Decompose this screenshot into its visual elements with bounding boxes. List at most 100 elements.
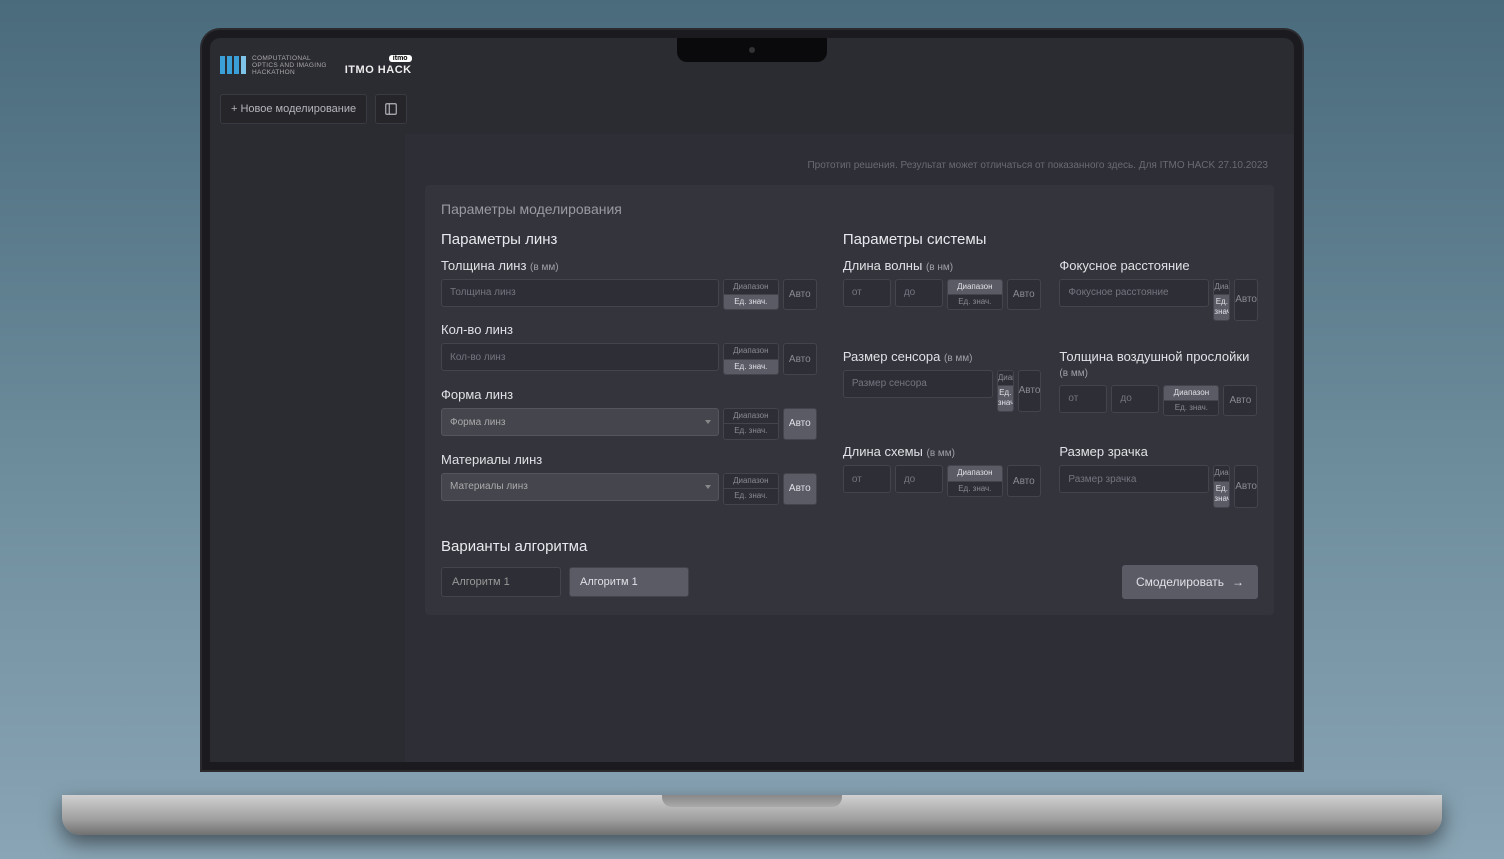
air-range-toggle[interactable]: Диапазон bbox=[1164, 386, 1218, 400]
scheme-length-label: Длина схемы (в мм) bbox=[843, 444, 1042, 459]
lens-shape-single-toggle[interactable]: Ед. знач. bbox=[724, 423, 778, 438]
lens-count-range-toggle[interactable]: Диапазон bbox=[724, 344, 778, 358]
laptop-frame: COMPUTATIONAL OPTICS AND IMAGING HACKATH… bbox=[112, 30, 1392, 830]
lens-shape-mode: Диапазон Ед. знач. bbox=[723, 408, 779, 440]
air-mode: Диапазон Ед. знач. bbox=[1163, 385, 1219, 417]
pupil-input[interactable] bbox=[1059, 465, 1209, 493]
pupil-mode: Диапазон Ед. знач. bbox=[1213, 465, 1230, 507]
lens-count-single-toggle[interactable]: Ед. знач. bbox=[724, 359, 778, 374]
wavelength-to-input[interactable] bbox=[895, 279, 943, 307]
camera-notch bbox=[677, 38, 827, 62]
toolbar: + Новое моделирование bbox=[210, 94, 1294, 134]
sensor-input[interactable] bbox=[843, 370, 993, 398]
scheme-auto-button[interactable]: Авто bbox=[1007, 465, 1041, 497]
wavelength-mode: Диапазон Ед. знач. bbox=[947, 279, 1003, 311]
lens-shape-label: Форма линз bbox=[441, 387, 817, 402]
wavelength-range-toggle[interactable]: Диапазон bbox=[948, 280, 1002, 294]
scheme-to-input[interactable] bbox=[895, 465, 943, 493]
air-single-toggle[interactable]: Ед. знач. bbox=[1164, 400, 1218, 415]
logo-left: COMPUTATIONAL OPTICS AND IMAGING HACKATH… bbox=[220, 55, 327, 76]
air-to-input[interactable] bbox=[1111, 385, 1159, 413]
parameters-panel: Параметры моделирования Параметры линз Т… bbox=[425, 185, 1274, 615]
main-content: Прототип решения. Результат может отлича… bbox=[405, 134, 1294, 762]
pupil-single-toggle[interactable]: Ед. знач. bbox=[1214, 481, 1229, 507]
lens-materials-range-toggle[interactable]: Диапазон bbox=[724, 474, 778, 488]
logo-right: itmo ITMO HACK bbox=[345, 55, 412, 76]
panel-icon bbox=[384, 102, 398, 116]
focal-single-toggle[interactable]: Ед. знач. bbox=[1214, 294, 1229, 320]
air-gap-label: Толщина воздушной прослойки (в мм) bbox=[1059, 349, 1258, 379]
logo-tag: itmo bbox=[389, 55, 412, 62]
scheme-length-field: Длина схемы (в мм) Диапазон bbox=[843, 444, 1042, 507]
air-auto-button[interactable]: Авто bbox=[1223, 385, 1257, 417]
wavelength-auto-button[interactable]: Авто bbox=[1007, 279, 1041, 311]
lens-thickness-input[interactable] bbox=[441, 279, 719, 307]
simulate-button[interactable]: Смоделировать → bbox=[1122, 565, 1258, 599]
focal-auto-button[interactable]: Авто bbox=[1234, 279, 1258, 321]
focal-mode: Диапазон Ед. знач. bbox=[1213, 279, 1230, 321]
lens-count-field: Кол-во линз Диапазон Ед. знач. Авто bbox=[441, 322, 817, 375]
lens-thickness-label: Толщина линз (в мм) bbox=[441, 258, 817, 273]
lens-shape-range-toggle[interactable]: Диапазон bbox=[724, 409, 778, 423]
focal-input[interactable] bbox=[1059, 279, 1209, 307]
wavelength-from-input[interactable] bbox=[843, 279, 891, 307]
logo-stripes-icon bbox=[220, 56, 246, 74]
logo-text: COMPUTATIONAL OPTICS AND IMAGING HACKATH… bbox=[252, 55, 327, 76]
lens-materials-label: Материалы линз bbox=[441, 452, 817, 467]
lens-thickness-auto-button[interactable]: Авто bbox=[783, 279, 817, 311]
lens-materials-single-toggle[interactable]: Ед. знач. bbox=[724, 488, 778, 503]
system-section-title: Параметры системы bbox=[843, 231, 1258, 248]
columns: Параметры линз Толщина линз (в мм) bbox=[441, 231, 1258, 520]
scheme-mode: Диапазон Ед. знач. bbox=[947, 465, 1003, 497]
lens-thickness-mode: Диапазон Ед. знач. bbox=[723, 279, 779, 311]
sidebar bbox=[210, 134, 405, 762]
logo-line1: COMPUTATIONAL bbox=[252, 55, 327, 62]
pupil-range-toggle[interactable]: Диапазон bbox=[1214, 466, 1229, 480]
algorithm-row: Алгоритм 1 Алгоритм 1 Смоделировать → bbox=[441, 565, 1258, 599]
lens-count-input[interactable] bbox=[441, 343, 719, 371]
focal-range-toggle[interactable]: Диапазон bbox=[1214, 280, 1229, 294]
sensor-label: Размер сенсора (в мм) bbox=[843, 349, 1042, 364]
new-simulation-button[interactable]: + Новое моделирование bbox=[220, 94, 367, 124]
laptop-base bbox=[62, 795, 1442, 835]
lens-thickness-range-toggle[interactable]: Диапазон bbox=[724, 280, 778, 294]
sensor-auto-button[interactable]: Авто bbox=[1018, 370, 1042, 412]
algorithm-option-2[interactable]: Алгоритм 1 bbox=[569, 567, 689, 597]
sensor-mode: Диапазон Ед. знач. bbox=[997, 370, 1014, 412]
panel-title: Параметры моделирования bbox=[441, 201, 1258, 217]
lens-materials-auto-button[interactable]: Авто bbox=[783, 473, 817, 505]
logo-line2: OPTICS AND IMAGING bbox=[252, 62, 327, 69]
focal-field: Фокусное расстояние Диапазон Ед. знач. А bbox=[1059, 258, 1258, 321]
arrow-right-icon: → bbox=[1232, 575, 1244, 589]
lens-section-title: Параметры линз bbox=[441, 231, 817, 248]
pupil-label: Размер зрачка bbox=[1059, 444, 1258, 459]
scheme-from-input[interactable] bbox=[843, 465, 891, 493]
lens-shape-field: Форма линз Форма линз Диапазон Ед. знач.… bbox=[441, 387, 817, 440]
app-root: COMPUTATIONAL OPTICS AND IMAGING HACKATH… bbox=[210, 38, 1294, 762]
laptop-screen: COMPUTATIONAL OPTICS AND IMAGING HACKATH… bbox=[202, 30, 1302, 770]
scheme-range-toggle[interactable]: Диапазон bbox=[948, 466, 1002, 480]
sensor-range-toggle[interactable]: Диапазон bbox=[998, 371, 1013, 385]
scheme-single-toggle[interactable]: Ед. знач. bbox=[948, 481, 1002, 496]
logo-brand: ITMO HACK bbox=[345, 64, 412, 76]
focal-label: Фокусное расстояние bbox=[1059, 258, 1258, 273]
wavelength-single-toggle[interactable]: Ед. знач. bbox=[948, 294, 1002, 309]
air-from-input[interactable] bbox=[1059, 385, 1107, 413]
app-body: Прототип решения. Результат может отлича… bbox=[210, 134, 1294, 762]
algorithm-section-title: Варианты алгоритма bbox=[441, 538, 1258, 555]
lens-materials-select[interactable]: Материалы линз bbox=[441, 473, 719, 501]
system-column: Параметры системы Длина волны (в нм) bbox=[843, 231, 1258, 520]
pupil-auto-button[interactable]: Авто bbox=[1234, 465, 1258, 507]
lens-shape-select[interactable]: Форма линз bbox=[441, 408, 719, 436]
logo-line3: HACKATHON bbox=[252, 69, 327, 76]
lens-column: Параметры линз Толщина линз (в мм) bbox=[441, 231, 817, 520]
sensor-single-toggle[interactable]: Ед. знач. bbox=[998, 385, 1013, 411]
lens-materials-mode: Диапазон Ед. знач. bbox=[723, 473, 779, 505]
lens-materials-field: Материалы линз Материалы линз Диапазон Е… bbox=[441, 452, 817, 505]
algorithm-option-1[interactable]: Алгоритм 1 bbox=[441, 567, 561, 597]
layout-toggle-button[interactable] bbox=[375, 94, 407, 124]
lens-thickness-single-toggle[interactable]: Ед. знач. bbox=[724, 294, 778, 309]
lens-count-auto-button[interactable]: Авто bbox=[783, 343, 817, 375]
lens-shape-auto-button[interactable]: Авто bbox=[783, 408, 817, 440]
prototype-notice: Прототип решения. Результат может отлича… bbox=[425, 134, 1274, 185]
